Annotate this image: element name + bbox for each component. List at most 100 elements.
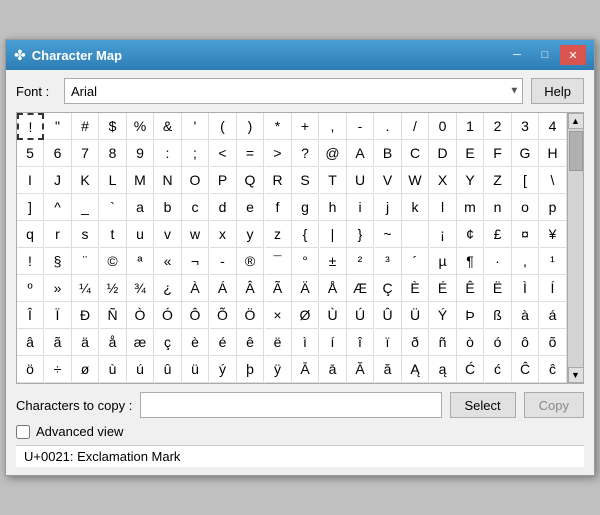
- help-button[interactable]: Help: [531, 78, 584, 104]
- char-cell[interactable]: m: [457, 194, 484, 221]
- char-cell[interactable]: G: [512, 140, 539, 167]
- char-cell[interactable]: ă: [375, 356, 402, 383]
- char-cell[interactable]: :: [155, 140, 182, 167]
- char-cell[interactable]: ú: [127, 356, 154, 383]
- char-cell[interactable]: È: [402, 275, 429, 302]
- char-cell[interactable]: D: [430, 140, 457, 167]
- char-cell[interactable]: ä: [72, 329, 99, 356]
- char-cell[interactable]: j: [375, 194, 402, 221]
- char-cell[interactable]: ©: [100, 248, 127, 275]
- char-cell[interactable]: ,: [512, 248, 539, 275]
- scrollbar-thumb[interactable]: [569, 131, 583, 171]
- char-cell[interactable]: A: [347, 140, 374, 167]
- char-cell[interactable]: v: [155, 221, 182, 248]
- char-cell[interactable]: Â: [237, 275, 264, 302]
- char-cell[interactable]: (: [210, 113, 237, 140]
- minimize-button[interactable]: ─: [504, 45, 530, 65]
- char-cell[interactable]: %: [127, 113, 154, 140]
- char-cell[interactable]: <: [210, 140, 237, 167]
- char-cell[interactable]: Ā: [292, 356, 319, 383]
- char-cell[interactable]: Î: [17, 302, 44, 329]
- char-cell[interactable]: V: [375, 167, 402, 194]
- char-cell[interactable]: /: [402, 113, 429, 140]
- char-cell[interactable]: Í: [540, 275, 567, 302]
- char-cell[interactable]: Ø: [292, 302, 319, 329]
- char-cell[interactable]: Å: [320, 275, 347, 302]
- char-cell[interactable]: ¾: [127, 275, 154, 302]
- char-cell[interactable]: ø: [72, 356, 99, 383]
- char-cell[interactable]: ¶: [457, 248, 484, 275]
- char-cell[interactable]: Z: [485, 167, 512, 194]
- char-cell[interactable]: ^: [45, 194, 72, 221]
- char-cell[interactable]: Ï: [45, 302, 72, 329]
- char-cell[interactable]: =: [237, 140, 264, 167]
- close-button[interactable]: ✕: [560, 45, 586, 65]
- font-select[interactable]: Arial: [64, 78, 523, 104]
- char-cell[interactable]: Ç: [375, 275, 402, 302]
- char-cell[interactable]: L: [100, 167, 127, 194]
- char-cell[interactable]: é: [210, 329, 237, 356]
- char-cell[interactable]: Q: [237, 167, 264, 194]
- char-cell[interactable]: e: [237, 194, 264, 221]
- char-cell[interactable]: -: [347, 113, 374, 140]
- char-cell[interactable]: K: [72, 167, 99, 194]
- char-cell[interactable]: Á: [210, 275, 237, 302]
- char-cell[interactable]: B: [375, 140, 402, 167]
- char-cell[interactable]: ¯: [265, 248, 292, 275]
- char-cell[interactable]: ¡: [430, 221, 457, 248]
- char-cell[interactable]: ë: [265, 329, 292, 356]
- char-cell[interactable]: \: [540, 167, 567, 194]
- scroll-down-button[interactable]: ▼: [568, 367, 584, 383]
- char-cell[interactable]: Û: [375, 302, 402, 329]
- advanced-view-checkbox[interactable]: [16, 425, 30, 439]
- char-cell[interactable]: Ô: [182, 302, 209, 329]
- char-cell[interactable]: Ë: [485, 275, 512, 302]
- char-cell[interactable]: x: [210, 221, 237, 248]
- char-cell[interactable]: å: [100, 329, 127, 356]
- char-cell[interactable]: J: [45, 167, 72, 194]
- char-cell[interactable]: #: [72, 113, 99, 140]
- char-cell[interactable]: «: [155, 248, 182, 275]
- char-cell[interactable]: 9: [127, 140, 154, 167]
- char-cell[interactable]: ó: [485, 329, 512, 356]
- char-cell[interactable]: Æ: [347, 275, 374, 302]
- char-cell[interactable]: {: [292, 221, 319, 248]
- char-cell[interactable]: ù: [100, 356, 127, 383]
- char-cell[interactable]: +: [292, 113, 319, 140]
- char-cell[interactable]: $: [100, 113, 127, 140]
- char-cell[interactable]: ý: [210, 356, 237, 383]
- char-cell[interactable]: q: [17, 221, 44, 248]
- char-cell[interactable]: h: [320, 194, 347, 221]
- char-cell[interactable]: Ü: [402, 302, 429, 329]
- char-cell[interactable]: ð: [402, 329, 429, 356]
- char-cell[interactable]: 0: [430, 113, 457, 140]
- char-cell[interactable]: Ò: [127, 302, 154, 329]
- char-cell[interactable]: ®: [237, 248, 264, 275]
- char-cell[interactable]: Ê: [457, 275, 484, 302]
- char-cell[interactable]: ¬: [182, 248, 209, 275]
- char-cell[interactable]: p: [540, 194, 567, 221]
- char-cell[interactable]: ): [237, 113, 264, 140]
- char-cell[interactable]: n: [485, 194, 512, 221]
- char-cell[interactable]: T: [320, 167, 347, 194]
- char-cell[interactable]: ¥: [540, 221, 567, 248]
- char-cell[interactable]: ¹: [540, 248, 567, 275]
- char-cell[interactable]: »: [45, 275, 72, 302]
- char-cell[interactable]: °: [292, 248, 319, 275]
- char-cell[interactable]: H: [540, 140, 567, 167]
- char-cell[interactable]: ö: [17, 356, 44, 383]
- char-cell[interactable]: Ć: [457, 356, 484, 383]
- char-cell[interactable]: Ý: [430, 302, 457, 329]
- char-cell[interactable]: g: [292, 194, 319, 221]
- char-cell[interactable]: 6: [45, 140, 72, 167]
- char-cell[interactable]: ā: [320, 356, 347, 383]
- char-cell[interactable]: ²: [347, 248, 374, 275]
- char-cell[interactable]: U: [347, 167, 374, 194]
- char-cell[interactable]: ¼: [72, 275, 99, 302]
- char-cell[interactable]: ÿ: [265, 356, 292, 383]
- char-cell[interactable]: 7: [72, 140, 99, 167]
- char-cell[interactable]: ~: [375, 221, 402, 248]
- char-cell[interactable]: F: [485, 140, 512, 167]
- char-cell[interactable]: ç: [155, 329, 182, 356]
- char-cell[interactable]: ³: [375, 248, 402, 275]
